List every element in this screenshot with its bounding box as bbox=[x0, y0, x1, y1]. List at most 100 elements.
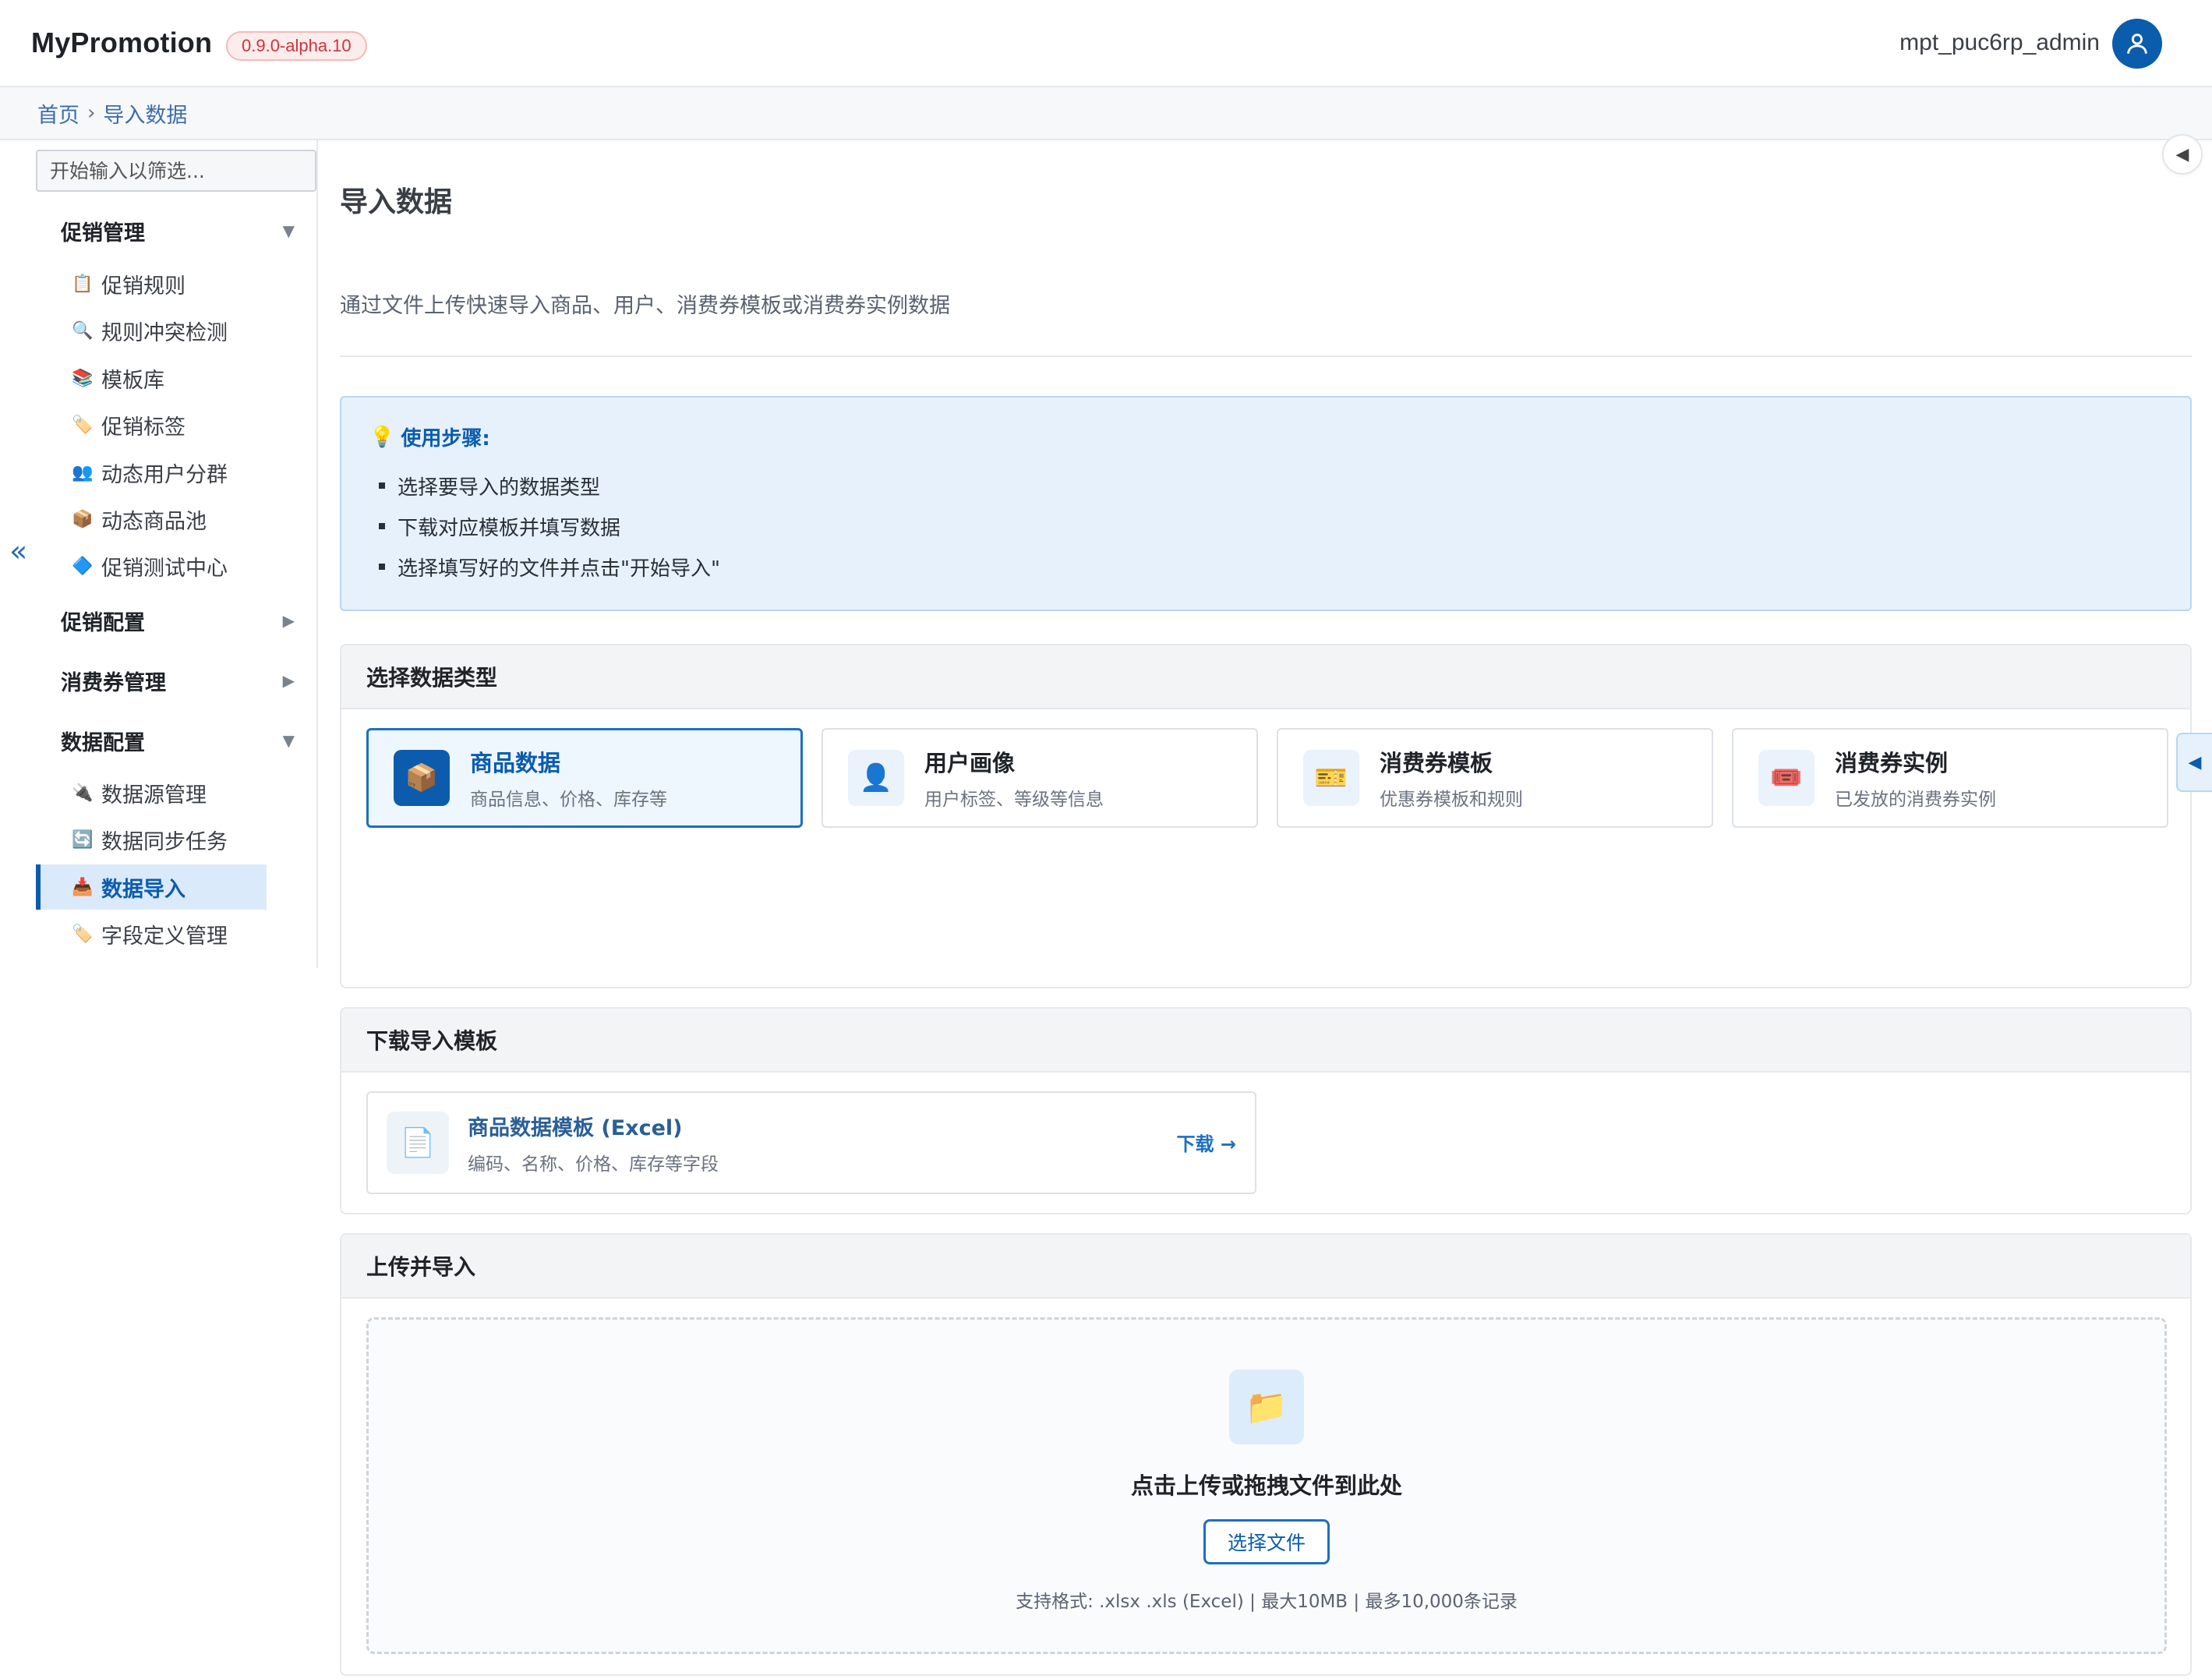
sidebar-item-data-import[interactable]: 📥 数据导入 bbox=[36, 864, 267, 910]
sidebar-item-label: 动态用户分群 bbox=[101, 462, 228, 487]
sidebar-collapse-icon[interactable]: « bbox=[9, 536, 27, 566]
sidebar-group-label: 消费券管理 bbox=[61, 670, 166, 695]
sidebar-filter-input[interactable] bbox=[36, 150, 316, 192]
document-icon: 📄 bbox=[387, 1112, 449, 1174]
sidebar-item-template-library[interactable]: 📚 模板库 bbox=[36, 355, 267, 401]
sidebar-group-promotion-management[interactable]: 促销管理 ▼ bbox=[61, 215, 295, 246]
sidebar-item-promotion-rules[interactable]: 📋 促销规则 bbox=[36, 261, 267, 306]
type-card-description: 优惠券模板和规则 bbox=[1380, 790, 1523, 810]
package-icon: 📦 bbox=[72, 509, 94, 529]
type-card-user-profile[interactable]: 👤 用户画像 用户标签、等级等信息 bbox=[822, 728, 1258, 828]
user-icon bbox=[2127, 34, 2147, 54]
type-card-title: 消费券实例 bbox=[1835, 750, 1949, 776]
chevron-right-icon: ▶ bbox=[282, 611, 295, 630]
username-label[interactable]: mpt_puc6rp_admin bbox=[1899, 30, 2100, 56]
sidebar: 促销管理 ▼ 📋 促销规则 🔍 规则冲突检测 📚 模板库 🏷️ 促销标签 👥 动… bbox=[0, 140, 318, 968]
inbox-tray-icon: 📥 bbox=[72, 877, 94, 897]
sidebar-group-label: 促销管理 bbox=[61, 221, 145, 246]
tag-icon: 🏷️ bbox=[72, 415, 94, 435]
sidebar-item-label: 规则冲突检测 bbox=[101, 320, 228, 345]
sidebar-group-coupon-management[interactable]: 消费券管理 ▶ bbox=[61, 665, 295, 696]
sidebar-item-test-center[interactable]: 🔷 促销测试中心 bbox=[36, 543, 267, 589]
step-item: 选择要导入的数据类型 bbox=[369, 465, 2162, 506]
download-template-panel: 下载导入模板 📄 商品数据模板 (Excel) 编码、名称、价格、库存等字段 下… bbox=[340, 1007, 2192, 1214]
folder-icon: 📁 bbox=[1229, 1370, 1304, 1444]
breadcrumb-home[interactable]: 首页 bbox=[37, 98, 80, 129]
data-type-panel: 选择数据类型 📦 商品数据 商品信息、价格、库存等 👤 用户画像 用户标签、等级… bbox=[340, 644, 2192, 988]
type-card-description: 商品信息、价格、库存等 bbox=[470, 790, 667, 810]
sidebar-item-product-pool[interactable]: 📦 动态商品池 bbox=[36, 497, 267, 542]
plug-icon: 🔌 bbox=[72, 783, 94, 803]
type-card-coupon-template[interactable]: 🎫 消费券模板 优惠券模板和规则 bbox=[1277, 728, 1713, 828]
download-link[interactable]: 下载 → bbox=[1177, 1129, 1236, 1156]
type-card-description: 已发放的消费券实例 bbox=[1835, 790, 1996, 810]
steps-list: 选择要导入的数据类型 下载对应模板并填写数据 选择填写好的文件并点击"开始导入" bbox=[369, 465, 2162, 587]
page-description: 通过文件上传快速导入商品、用户、消费券模板或消费券实例数据 bbox=[340, 294, 950, 318]
type-card-title: 消费券模板 bbox=[1380, 750, 1493, 776]
sidebar-group-label: 数据配置 bbox=[61, 730, 145, 755]
breadcrumb-separator: › bbox=[87, 101, 96, 125]
lightbulb-icon: 💡 bbox=[369, 425, 395, 449]
sidebar-item-field-definitions[interactable]: 🏷️ 字段定义管理 bbox=[36, 911, 267, 956]
magnifier-icon: 🔍 bbox=[72, 320, 94, 341]
choose-file-button[interactable]: 选择文件 bbox=[1203, 1519, 1330, 1564]
usage-steps-box: 💡 使用步骤: 选择要导入的数据类型 下载对应模板并填写数据 选择填写好的文件并… bbox=[340, 396, 2192, 611]
package-icon: 📦 bbox=[394, 750, 450, 806]
file-dropzone[interactable]: 📁 点击上传或拖拽文件到此处 选择文件 支持格式: .xlsx .xls (Ex… bbox=[366, 1317, 2167, 1654]
step-item: 选择填写好的文件并点击"开始导入" bbox=[369, 546, 2162, 587]
page-title: 导入数据 bbox=[340, 186, 453, 218]
sidebar-item-rule-conflict[interactable]: 🔍 规则冲突检测 bbox=[36, 308, 267, 353]
template-name: 商品数据模板 (Excel) bbox=[468, 1115, 683, 1140]
template-card-product[interactable]: 📄 商品数据模板 (Excel) 编码、名称、价格、库存等字段 下载 → bbox=[366, 1091, 1256, 1194]
sidebar-group-label: 促销配置 bbox=[61, 610, 145, 635]
brand-logo[interactable]: MyPromotion bbox=[31, 27, 212, 59]
upload-panel: 上传并导入 📁 点击上传或拖拽文件到此处 选择文件 支持格式: .xlsx .x… bbox=[340, 1233, 2192, 1676]
type-card-product[interactable]: 📦 商品数据 商品信息、价格、库存等 bbox=[366, 728, 803, 828]
ticket-icon: 🎫 bbox=[1303, 750, 1359, 806]
sidebar-item-promotion-tags[interactable]: 🏷️ 促销标签 bbox=[36, 402, 267, 447]
sidebar-item-label: 促销测试中心 bbox=[101, 556, 228, 581]
breadcrumb: 首页 › 导入数据 bbox=[0, 87, 2212, 140]
sidebar-item-datasource[interactable]: 🔌 数据源管理 bbox=[36, 770, 267, 815]
chevron-down-icon: ▼ bbox=[282, 731, 295, 750]
divider bbox=[340, 355, 2192, 357]
dropzone-title: 点击上传或拖拽文件到此处 bbox=[1130, 1472, 1402, 1499]
sidebar-item-sync-tasks[interactable]: 🔄 数据同步任务 bbox=[36, 817, 267, 862]
sidebar-item-label: 动态商品池 bbox=[101, 509, 207, 534]
sidebar-item-label: 数据导入 bbox=[101, 877, 186, 902]
avatar[interactable] bbox=[2112, 19, 2162, 69]
chevron-right-icon: ▶ bbox=[282, 671, 295, 690]
user-silhouette-icon: 👤 bbox=[848, 750, 904, 806]
panel-header: 下载导入模板 bbox=[341, 1009, 2190, 1073]
chevron-down-icon: ▼ bbox=[282, 221, 295, 240]
sidebar-item-label: 数据同步任务 bbox=[101, 829, 228, 854]
sidebar-group-promotion-config[interactable]: 促销配置 ▶ bbox=[61, 605, 295, 636]
breadcrumb-current: 导入数据 bbox=[103, 103, 188, 128]
diamond-icon: 🔷 bbox=[72, 556, 94, 576]
top-bar: MyPromotion 0.9.0-alpha.10 mpt_puc6rp_ad… bbox=[0, 0, 2212, 87]
admission-ticket-icon: 🎟️ bbox=[1758, 750, 1814, 806]
sidebar-item-label: 字段定义管理 bbox=[101, 924, 228, 949]
type-card-title: 用户画像 bbox=[924, 750, 1016, 776]
type-card-description: 用户标签、等级等信息 bbox=[924, 790, 1104, 810]
step-item: 下载对应模板并填写数据 bbox=[369, 506, 2162, 546]
sidebar-group-data-config[interactable]: 数据配置 ▼ bbox=[61, 725, 295, 756]
sidebar-item-label: 促销标签 bbox=[101, 415, 186, 440]
clipboard-icon: 📋 bbox=[72, 274, 94, 294]
steps-title-text: 使用步骤: bbox=[401, 427, 490, 451]
right-panel-toggle[interactable]: ◀ bbox=[2162, 134, 2203, 175]
type-cards-scroll-button[interactable]: ◀ bbox=[2176, 733, 2212, 792]
books-icon: 📚 bbox=[72, 368, 94, 388]
template-description: 编码、名称、价格、库存等字段 bbox=[468, 1154, 719, 1175]
refresh-icon: 🔄 bbox=[72, 829, 94, 850]
type-card-title: 商品数据 bbox=[470, 750, 561, 776]
type-card-coupon-instance[interactable]: 🎟️ 消费券实例 已发放的消费券实例 bbox=[1732, 728, 2168, 828]
upload-format-hint: 支持格式: .xlsx .xls (Excel) | 最大10MB | 最多10… bbox=[1016, 1592, 1518, 1612]
sidebar-item-label: 数据源管理 bbox=[101, 783, 207, 808]
caret-left-icon: ◀ bbox=[2175, 144, 2189, 164]
sidebar-item-user-segments[interactable]: 👥 动态用户分群 bbox=[36, 450, 267, 495]
sidebar-item-label: 促销规则 bbox=[101, 274, 186, 299]
panel-header: 上传并导入 bbox=[341, 1235, 2190, 1299]
steps-title: 💡 使用步骤: bbox=[369, 422, 2162, 451]
tag-icon: 🏷️ bbox=[72, 924, 94, 944]
